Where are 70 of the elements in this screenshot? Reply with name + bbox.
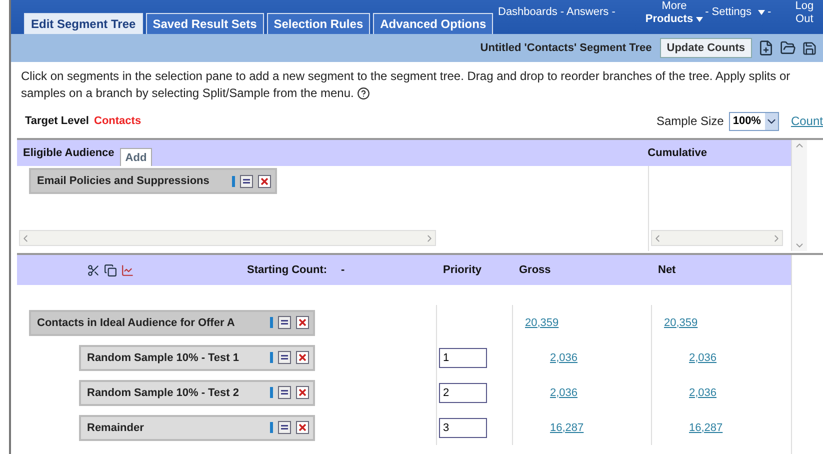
segment-box[interactable]: Random Sample 10% - Test 2 xyxy=(79,380,315,406)
menu-icon[interactable] xyxy=(278,386,291,399)
update-counts-button[interactable]: Update Counts xyxy=(660,38,752,58)
menu-link[interactable]: Products xyxy=(645,14,704,25)
instructions: Click on segments in the selection pane to add a new segment to the segment tree. Drag and drop to reorder branches of the tree. Apply splits or samples on a branch by selecting Split/Sample from the menu. xyxy=(21,68,792,102)
tab[interactable]: Selection Rules xyxy=(266,13,370,34)
sample-size-select[interactable]: 100% xyxy=(728,112,779,130)
menu-icon[interactable] xyxy=(240,174,253,188)
starting-count-value: - xyxy=(341,264,345,276)
logout-link[interactable]: Log xyxy=(795,1,814,12)
delete-icon[interactable] xyxy=(296,316,309,329)
net-count-link[interactable]: 20,359 xyxy=(664,316,698,328)
caret-icon[interactable] xyxy=(758,10,765,14)
tree-title: Untitled 'Contacts' Segment Tree xyxy=(480,42,652,54)
add-button[interactable]: Add xyxy=(120,148,152,166)
delete-icon[interactable] xyxy=(296,386,309,399)
caret-icon[interactable] xyxy=(696,17,704,22)
column-heading: Priority xyxy=(442,264,483,276)
segment-box[interactable]: Remainder xyxy=(79,414,315,440)
delete-icon[interactable] xyxy=(258,174,271,188)
menu-link[interactable]: - Settings - xyxy=(705,6,772,18)
starting-count-label: Starting Count: xyxy=(247,264,328,276)
menu-link[interactable]: More xyxy=(662,1,687,12)
gross-count-link[interactable]: 2,036 xyxy=(550,352,578,364)
copy-icon[interactable] xyxy=(104,264,117,276)
bar-icon[interactable] xyxy=(232,176,235,186)
delete-icon[interactable] xyxy=(296,421,309,434)
segment-name: Contacts in Ideal Audience for Offer A xyxy=(37,316,236,328)
gross-count-link[interactable]: 20,359 xyxy=(525,316,559,328)
net-count-link[interactable]: 2,036 xyxy=(689,386,717,398)
tab[interactable]: Saved Result Sets xyxy=(146,13,264,34)
chart-icon[interactable] xyxy=(121,264,134,276)
new-file-icon[interactable] xyxy=(758,40,774,56)
help-icon[interactable] xyxy=(357,87,370,100)
segment-box[interactable]: Random Sample 10% - Test 1 xyxy=(79,344,315,370)
segment-box[interactable]: Email Policies and Suppressions xyxy=(29,168,277,194)
horizontal-scrollbar[interactable] xyxy=(651,230,783,246)
vertical-scrollbar[interactable] xyxy=(791,140,807,251)
segment-name: Email Policies and Suppressions xyxy=(37,175,210,187)
delete-icon[interactable] xyxy=(296,351,309,364)
folder-icon[interactable] xyxy=(780,40,796,56)
net-count-link[interactable]: 2,036 xyxy=(689,352,717,364)
target-level-value: Contacts xyxy=(94,115,142,127)
column-heading: Net xyxy=(657,264,677,276)
tab[interactable]: Edit Segment Tree xyxy=(24,13,143,34)
column-heading: Gross xyxy=(518,264,552,276)
save-icon[interactable] xyxy=(802,40,817,56)
eligible-audience-heading: Eligible Audience xyxy=(23,147,114,159)
cumulative-heading: Cumulative xyxy=(648,147,707,159)
segment-name: Random Sample 10% - Test 2 xyxy=(87,386,240,398)
target-level-label: Target Level xyxy=(25,115,89,127)
counts-link[interactable]: Count xyxy=(790,114,823,128)
tab[interactable]: Advanced Options xyxy=(373,13,494,34)
menu-icon[interactable] xyxy=(278,421,291,434)
sample-size-label: Sample Size xyxy=(656,114,724,128)
scissors-icon[interactable] xyxy=(87,264,100,276)
segment-name: Remainder xyxy=(87,422,145,434)
net-count-link[interactable]: 16,287 xyxy=(689,422,723,434)
gross-count-link[interactable]: 16,287 xyxy=(550,422,584,434)
logout-link[interactable]: Out xyxy=(796,14,814,25)
segment-box[interactable]: Contacts in Ideal Audience for Offer A xyxy=(29,310,315,336)
gross-count-link[interactable]: 2,036 xyxy=(550,386,578,398)
menu-icon[interactable] xyxy=(278,316,291,329)
menu-icon[interactable] xyxy=(278,351,291,364)
menu-link[interactable]: Dashboards - Answers - xyxy=(498,6,616,34)
priority-field[interactable]: 1 xyxy=(439,348,487,368)
priority-field[interactable]: 2 xyxy=(439,382,487,402)
priority-field[interactable]: 3 xyxy=(439,418,487,438)
segment-name: Random Sample 10% - Test 1 xyxy=(87,352,240,364)
horizontal-scrollbar[interactable] xyxy=(19,230,436,246)
